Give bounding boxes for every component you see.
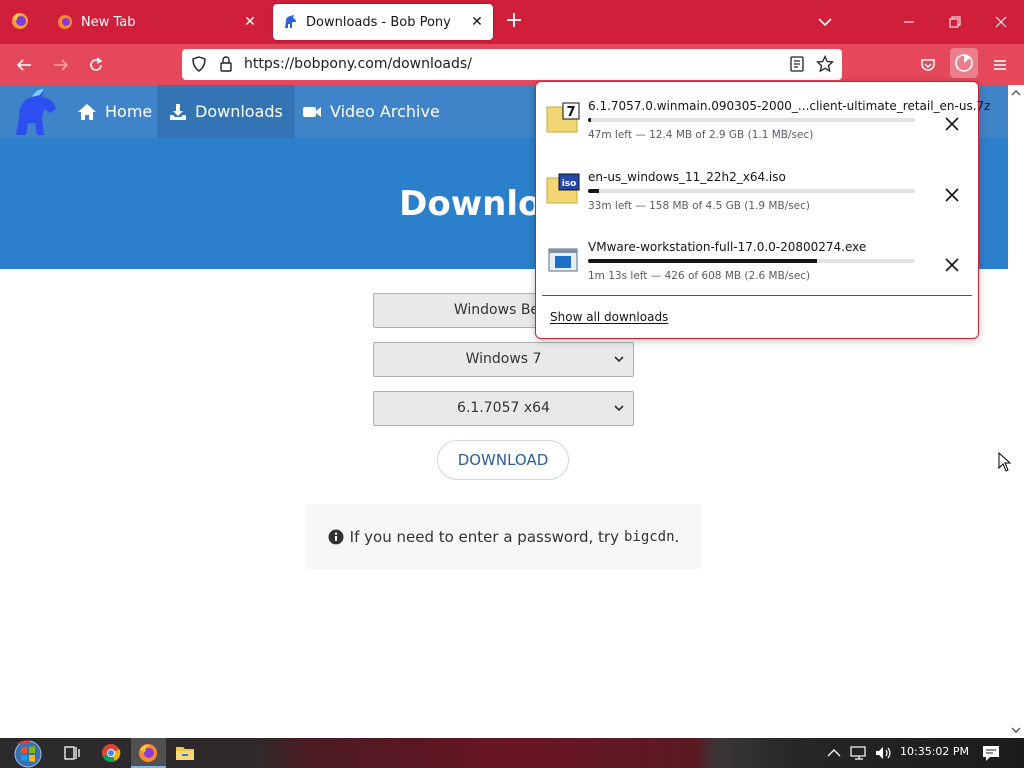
download-status: 33m left — 158 MB of 4.5 GB (1.9 MB/sec): [588, 200, 810, 212]
file-explorer-icon[interactable]: [174, 742, 196, 764]
cancel-download-x-icon[interactable]: [940, 183, 964, 207]
forward-arrow-icon[interactable]: [48, 52, 74, 78]
download-icon: [170, 103, 186, 120]
action-center-notification-icon[interactable]: [981, 744, 1001, 762]
7z-archive-icon: 7: [546, 102, 580, 133]
password-info-box: If you need to enter a password, try big…: [306, 504, 701, 569]
nav-video-archive-label: Video Archive: [330, 102, 440, 121]
os-select[interactable]: Windows 7: [373, 342, 634, 377]
scroll-up-arrow-icon[interactable]: [1011, 88, 1021, 98]
volume-icon[interactable]: [874, 745, 894, 761]
video-camera-icon: [303, 106, 321, 117]
chevron-down-icon: [614, 356, 624, 363]
info-text-end: .: [674, 527, 680, 546]
scroll-down-arrow-icon[interactable]: [1011, 725, 1021, 735]
nav-downloads-label: Downloads: [195, 102, 283, 121]
chevron-down-icon: [614, 405, 624, 412]
minimize-window-icon[interactable]: [886, 0, 932, 44]
page-scrollbar[interactable]: [1008, 85, 1024, 738]
info-text: If you need to enter a password, try: [349, 527, 619, 546]
download-progress-bar: [588, 118, 915, 122]
new-tab-plus-icon[interactable]: +: [502, 10, 526, 34]
start-button-windows-orb-icon[interactable]: [8, 738, 48, 768]
nav-downloads[interactable]: Downloads: [157, 85, 295, 138]
download-progress-bar: [588, 189, 915, 193]
firefox-menu-icon[interactable]: [10, 11, 30, 31]
taskbar: 10:35:02 PM: [0, 738, 1024, 768]
nav-home-label: Home: [105, 102, 153, 121]
download-item[interactable]: 7 6.1.7057.0.winmain.090305-2000_...clie…: [536, 82, 990, 152]
show-all-downloads-link[interactable]: Show all downloads: [550, 310, 668, 324]
home-icon: [78, 103, 96, 120]
taskbar-clock[interactable]: 10:35:02 PM: [900, 745, 969, 758]
show-hidden-icons-chevron-icon[interactable]: [826, 746, 842, 760]
tab-downloads-bob-pony[interactable]: Downloads - Bob Pony ✕: [273, 4, 493, 40]
download-status: 1m 13s left — 426 of 608 MB (2.6 MB/sec): [588, 270, 811, 282]
firefox-icon[interactable]: [137, 742, 159, 764]
list-all-tabs-chevron-icon[interactable]: [814, 12, 836, 32]
shield-icon[interactable]: [190, 55, 208, 73]
bookmark-star-icon[interactable]: [816, 55, 834, 73]
url-text[interactable]: https://bobpony.com/downloads/: [244, 56, 472, 72]
download-progress-bar: [588, 259, 915, 263]
panel-divider: [542, 295, 972, 296]
bob-pony-logo[interactable]: [10, 87, 62, 137]
build-select[interactable]: 6.1.7057 x64: [373, 391, 634, 426]
close-tab-icon[interactable]: ✕: [465, 14, 489, 30]
bob-pony-favicon-icon: [285, 15, 296, 28]
nav-video-archive[interactable]: Video Archive: [290, 85, 452, 138]
svg-text:iso: iso: [562, 179, 577, 189]
reload-icon[interactable]: [83, 52, 109, 78]
download-filename: VMware-workstation-full-17.0.0-20800274.…: [588, 240, 867, 254]
firefox-icon: [58, 15, 72, 29]
downloads-button[interactable]: [950, 48, 978, 78]
tab-new-tab[interactable]: New Tab ✕: [48, 4, 266, 40]
os-select-value: Windows 7: [465, 351, 542, 367]
chrome-icon[interactable]: [100, 742, 122, 764]
iso-disc-image-icon: iso: [546, 173, 580, 204]
close-tab-icon[interactable]: ✕: [238, 14, 262, 30]
cancel-download-x-icon[interactable]: [940, 253, 964, 277]
cancel-download-x-icon[interactable]: [940, 112, 964, 136]
download-button[interactable]: DOWNLOAD: [437, 440, 569, 480]
restore-window-icon[interactable]: [932, 0, 978, 44]
address-bar[interactable]: https://bobpony.com/downloads/: [182, 49, 842, 80]
lock-icon[interactable]: [217, 55, 235, 73]
download-item[interactable]: VMware-workstation-full-17.0.0-20800274.…: [536, 223, 978, 293]
close-window-icon[interactable]: [978, 0, 1024, 44]
reader-view-icon[interactable]: [788, 55, 806, 73]
tab-title: New Tab: [81, 14, 136, 30]
task-view-icon[interactable]: [61, 742, 83, 764]
info-icon: [328, 529, 344, 544]
download-filename: 6.1.7057.0.winmain.090305-2000_...client…: [588, 99, 991, 113]
download-filename: en-us_windows_11_22h2_x64.iso: [588, 170, 786, 184]
password-code: bigcdn: [623, 528, 675, 545]
tab-strip: New Tab ✕ Downloads - Bob Pony ✕ +: [0, 0, 1024, 44]
download-item[interactable]: iso en-us_windows_11_22h2_x64.iso 33m le…: [536, 153, 978, 223]
hamburger-menu-icon[interactable]: [987, 52, 1013, 78]
back-arrow-icon[interactable]: [11, 52, 37, 78]
tab-title: Downloads - Bob Pony: [306, 14, 451, 30]
build-select-value: 6.1.7057 x64: [457, 400, 550, 416]
nav-home[interactable]: Home: [65, 85, 164, 138]
downloads-panel: 7 6.1.7057.0.winmain.090305-2000_...clie…: [535, 81, 990, 339]
download-progress-icon: [955, 54, 973, 72]
navigation-toolbar: https://bobpony.com/downloads/: [0, 44, 1024, 85]
network-icon[interactable]: [849, 745, 869, 761]
mouse-cursor-icon: [998, 452, 1012, 472]
download-status: 47m left — 12.4 MB of 2.9 GB (1.1 MB/sec…: [588, 129, 814, 141]
pocket-icon[interactable]: [915, 52, 941, 78]
svg-text:7: 7: [566, 105, 575, 120]
exe-program-icon: [548, 248, 578, 272]
